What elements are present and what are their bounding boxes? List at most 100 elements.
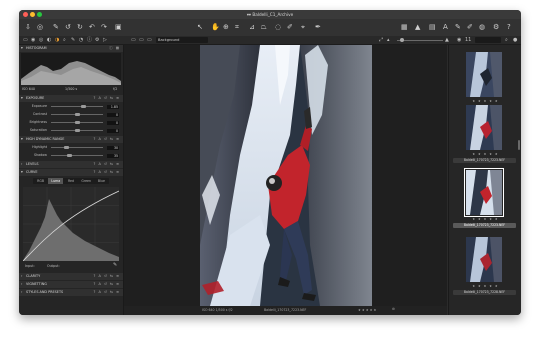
mask-icon[interactable]: ✒ (315, 23, 321, 31)
adjustments-tab-icon[interactable]: ◔ (79, 36, 83, 44)
section-header-clarity[interactable]: › CLARITY ? A ↺ ⇆ ≡ (19, 273, 123, 280)
search-icon[interactable]: ⌕ (505, 36, 508, 44)
settings-icon[interactable]: ⚙ (493, 23, 499, 31)
rotate-left-icon[interactable]: ↺ (65, 23, 71, 31)
library-tab-icon[interactable]: ▭ (23, 36, 28, 44)
local-adjustments-tab-icon[interactable]: ✎ (71, 36, 75, 44)
pan-icon[interactable]: ✋ (211, 23, 220, 31)
batch-tab-icon[interactable]: ▷ (103, 36, 107, 44)
hdr-row-slider-knob[interactable] (64, 146, 70, 149)
section-tools-icon[interactable]: ? A ↺ ⇆ ≡ (94, 161, 121, 168)
image-viewer[interactable] (124, 45, 447, 315)
section-header-styles-and-presets[interactable]: › STYLES AND PRESETS ? A ↺ ⇆ ≡ (19, 289, 123, 296)
spot-removal-icon[interactable]: ◌ (275, 23, 281, 31)
thumbnail-rating[interactable]: ★ ★ ★ ★ ★ (449, 152, 521, 156)
viewer-settings-icon[interactable]: ◉ (457, 36, 461, 44)
main-photo[interactable] (200, 45, 372, 306)
brush-icon[interactable]: ✎ (455, 23, 461, 31)
layer-mask-icon[interactable]: ▭ (139, 36, 144, 44)
exposure-row-slider-knob[interactable] (74, 121, 80, 124)
output-tab-icon[interactable]: ⚙ (95, 36, 99, 44)
color-tab-icon[interactable]: ◐ (47, 36, 51, 44)
levels-header[interactable]: › LEVELS ? A ↺ ⇆ ≡ (19, 161, 123, 168)
thumbnail-image[interactable] (466, 52, 502, 97)
hdr-row-value-field[interactable]: 30 (107, 145, 119, 150)
curve-tab-blue[interactable]: Blue (94, 178, 109, 184)
histogram-header[interactable]: ▾ HISTOGRAM ⓘ ▦ (19, 45, 123, 52)
exposure-header[interactable]: ▾ EXPOSURE ? A ↺ ⇆ ≡ (19, 95, 123, 102)
section-tools-icon[interactable]: ? A ↺ ⇆ ≡ (94, 169, 121, 176)
hdr-row-slider[interactable] (51, 155, 103, 156)
browser-scrollbar[interactable] (518, 140, 520, 150)
layer-selector[interactable]: Background (156, 37, 208, 43)
hdr-header[interactable]: ▾ HIGH DYNAMIC RANGE ? A ↺ ⇆ ≡ (19, 136, 123, 143)
exposure-icon[interactable]: ◍ (479, 23, 485, 31)
text-icon[interactable]: A (443, 23, 448, 31)
curve-graph[interactable] (23, 187, 119, 261)
metadata-tab-icon[interactable]: ⓘ (87, 36, 92, 44)
browser-search-field[interactable] (475, 37, 501, 43)
viewer-rating[interactable]: ★ ★ ★ ★ ★ (358, 308, 376, 312)
lens-tab-icon[interactable]: ◎ (39, 36, 43, 44)
thumbnail-rating[interactable]: ★ ★ ★ ★ ★ (449, 99, 521, 103)
hdr-row-slider-knob[interactable] (66, 154, 72, 157)
annotate-icon[interactable]: ✐ (287, 23, 293, 31)
curve-tab-luma[interactable]: Luma (48, 178, 64, 184)
curve-tab-red[interactable]: Red (63, 178, 78, 184)
section-tools-icon[interactable]: ? A ↺ ⇆ ≡ (94, 95, 121, 102)
details-tab-icon[interactable]: ⌕ (63, 36, 66, 44)
curve-tab-green[interactable]: Green (79, 178, 94, 184)
exposure-row-slider-knob[interactable] (74, 129, 80, 132)
overlay-icon[interactable]: ▤ (429, 23, 436, 31)
crop-icon[interactable]: ⌗ (235, 23, 239, 31)
import-icon[interactable]: ⇩ (25, 23, 31, 31)
curve-picker-icon[interactable]: ✎ (113, 262, 117, 268)
color-picker-icon[interactable]: ✎ (53, 23, 59, 31)
redo-icon[interactable]: ↷ (101, 23, 107, 31)
section-tools-icon[interactable]: ? A ↺ ⇆ ≡ (94, 273, 121, 280)
hdr-row-slider[interactable] (51, 147, 103, 148)
capture-icon[interactable]: ◎ (37, 23, 43, 31)
exposure-row-slider[interactable] (51, 106, 103, 107)
thumbnail-rating[interactable]: ★ ★ ★ ★ ★ (449, 284, 521, 288)
help-icon[interactable]: ? (507, 23, 511, 31)
keystone-icon[interactable]: ⏢ (261, 23, 267, 31)
color-picker-tool-icon[interactable]: ⌖ (301, 23, 305, 31)
zoom-in-icon[interactable]: ▲ (445, 36, 449, 44)
fit-icon[interactable]: ⤢ (379, 36, 383, 44)
exposure-row-value-field[interactable]: 1.85 (107, 104, 119, 109)
exposure-row-slider-knob[interactable] (74, 113, 80, 116)
exposure-row-value-field[interactable]: 0 (107, 120, 119, 125)
hdr-row-value-field[interactable]: 35 (107, 153, 119, 158)
curve-tab-rgb[interactable]: RGB (33, 178, 48, 184)
select-cursor-icon[interactable]: ↖ (197, 23, 203, 31)
exposure-row-slider-knob[interactable] (80, 105, 86, 108)
section-tools-icon[interactable]: ? A ↺ ⇆ ≡ (94, 289, 121, 296)
viewer-options-icon[interactable]: ⚙ (392, 307, 395, 311)
section-tools-icon[interactable]: ? A ↺ ⇆ ≡ (94, 281, 121, 288)
thumbnail-rating[interactable]: ★ ★ ★ ★ ★ (449, 217, 521, 221)
exposure-row-value-field[interactable]: 0 (107, 112, 119, 117)
zoom-icon[interactable]: ⊕ (223, 23, 229, 31)
undo-icon[interactable]: ↶ (89, 23, 95, 31)
section-header-vignetting[interactable]: › VIGNETTING ? A ↺ ⇆ ≡ (19, 281, 123, 288)
thumbnail-image[interactable] (464, 168, 504, 217)
thumbnail-image[interactable] (466, 105, 502, 150)
sessions-icon[interactable]: ▣ (115, 23, 122, 31)
layer-fill-icon[interactable]: ▭ (147, 36, 152, 44)
zoom-slider-knob[interactable] (400, 38, 404, 42)
straighten-icon[interactable]: ⊿ (249, 23, 255, 31)
grid-icon[interactable]: ▦ (401, 23, 408, 31)
warning-icon[interactable]: ▲ (415, 23, 420, 31)
rotate-right-icon[interactable]: ↻ (77, 23, 83, 31)
exposure-tab-icon[interactable]: ◑ (55, 36, 59, 44)
curve-header[interactable]: ▾ CURVE ? A ↺ ⇆ ≡ (19, 169, 123, 176)
thumbnail-image[interactable] (466, 237, 502, 282)
section-tools-icon[interactable]: ? A ↺ ⇆ ≡ (94, 136, 121, 143)
capture-tab-icon[interactable]: ◉ (31, 36, 35, 44)
exposure-row-value-field[interactable]: 0 (107, 128, 119, 133)
section-tools-icon[interactable]: ⓘ ▦ (109, 45, 120, 52)
layer-add-icon[interactable]: ▭ (131, 36, 136, 44)
zoom-out-icon[interactable]: ▴ (387, 36, 390, 44)
user-icon[interactable]: ● (513, 36, 517, 44)
